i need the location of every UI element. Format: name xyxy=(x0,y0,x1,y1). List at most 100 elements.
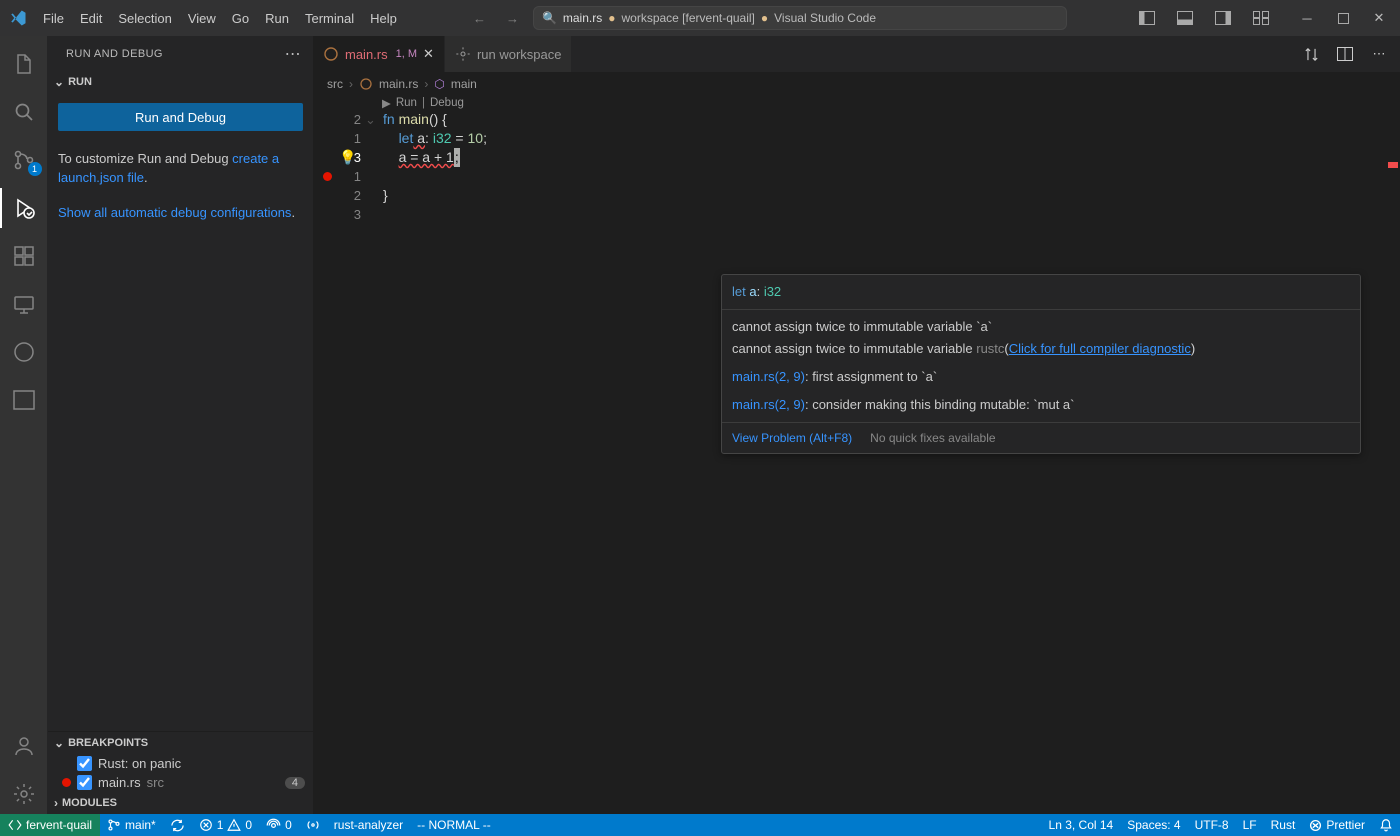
editor-tabs: main.rs 1, M ✕ run workspace ⋯ xyxy=(313,36,1400,72)
tab-run-workspace[interactable]: run workspace xyxy=(445,36,573,72)
github-icon[interactable] xyxy=(0,332,48,372)
ports-indicator[interactable]: 0 xyxy=(259,814,299,836)
no-quick-fix-label: No quick fixes available xyxy=(870,427,995,449)
encoding[interactable]: UTF-8 xyxy=(1188,814,1236,836)
codelens-run[interactable]: Run xyxy=(396,97,417,109)
search-app: Visual Studio Code xyxy=(774,11,876,25)
hover-error-body: cannot assign twice to immutable variabl… xyxy=(722,309,1360,422)
section-run[interactable]: ⌄ RUN xyxy=(48,71,313,93)
search-icon: 🔍 xyxy=(542,11,557,25)
sidebar-help2: Show all automatic debug configurations. xyxy=(48,203,313,222)
run-debug-icon[interactable] xyxy=(0,188,48,228)
menu-selection[interactable]: Selection xyxy=(111,7,178,30)
tab-main-rs[interactable]: main.rs 1, M ✕ xyxy=(313,36,445,72)
rust-analyzer-status[interactable]: rust-analyzer xyxy=(327,814,410,836)
notifications-icon[interactable] xyxy=(1372,814,1400,836)
more-actions-icon[interactable]: ⋯ xyxy=(1366,41,1392,67)
view-problem-link[interactable]: View Problem (Alt+F8) xyxy=(732,427,852,449)
radio-icon[interactable] xyxy=(299,814,327,836)
section-modules[interactable]: › MODULES xyxy=(48,792,313,814)
compiler-diagnostic-link[interactable]: Click for full compiler diagnostic xyxy=(1009,341,1191,356)
breakpoint-dot-icon[interactable] xyxy=(323,172,332,181)
section-breakpoints[interactable]: ⌄ BREAKPOINTS xyxy=(48,732,313,754)
language-mode[interactable]: Rust xyxy=(1264,814,1303,836)
sidebar-help1: To customize Run and Debug create a laun… xyxy=(48,149,313,187)
breadcrumbs[interactable]: src › main.rs › ⬡ main xyxy=(313,72,1400,96)
nav-forward-icon[interactable]: → xyxy=(500,9,525,28)
more-actions-icon[interactable]: ⋯ xyxy=(285,44,301,64)
hover-diagnostic-popup: let a: i32 cannot assign twice to immuta… xyxy=(721,274,1361,454)
remote-explorer-icon[interactable] xyxy=(0,284,48,324)
menu-view[interactable]: View xyxy=(181,7,223,30)
accounts-icon[interactable] xyxy=(0,726,48,766)
menu-file[interactable]: File xyxy=(36,7,71,30)
command-center[interactable]: 🔍 main.rs ● workspace [fervent-quail] ● … xyxy=(533,6,1067,30)
status-bar: fervent-quail main* 1 0 0 rust-analyzer … xyxy=(0,814,1400,836)
toggle-primary-sidebar-icon[interactable] xyxy=(1130,4,1164,32)
maximize-icon[interactable] xyxy=(1326,4,1360,32)
activity-bar: 1 xyxy=(0,36,48,814)
extensions-icon[interactable] xyxy=(0,236,48,276)
scm-badge: 1 xyxy=(28,162,42,176)
play-icon: ▶ xyxy=(382,96,391,110)
panel-icon[interactable] xyxy=(0,380,48,420)
settings-icon[interactable] xyxy=(0,774,48,814)
menu-edit[interactable]: Edit xyxy=(73,7,109,30)
codelens-debug[interactable]: Debug xyxy=(430,97,464,109)
toggle-panel-icon[interactable] xyxy=(1168,4,1202,32)
menu-terminal[interactable]: Terminal xyxy=(298,7,361,30)
close-icon[interactable]: ✕ xyxy=(1362,4,1396,32)
editor-area: main.rs 1, M ✕ run workspace ⋯ src › mai… xyxy=(313,36,1400,814)
explorer-icon[interactable] xyxy=(0,44,48,84)
eol[interactable]: LF xyxy=(1236,814,1264,836)
editor-scrollbar[interactable] xyxy=(1386,110,1400,224)
sidebar-title: RUN AND DEBUG xyxy=(66,48,163,60)
rust-file-icon xyxy=(323,46,339,62)
lightbulb-icon[interactable]: 💡 xyxy=(339,148,356,167)
tab-close-icon[interactable]: ✕ xyxy=(423,46,434,62)
nav-back-icon[interactable]: ← xyxy=(467,9,492,28)
menu-go[interactable]: Go xyxy=(225,7,256,30)
remote-indicator[interactable]: fervent-quail xyxy=(0,814,100,836)
chevron-down-icon: ⌄ xyxy=(54,75,64,89)
run-and-debug-button[interactable]: Run and Debug xyxy=(58,103,303,131)
sync-icon[interactable] xyxy=(163,814,192,836)
rust-file-icon xyxy=(359,77,373,91)
search-icon[interactable] xyxy=(0,92,48,132)
source-control-icon[interactable]: 1 xyxy=(0,140,48,180)
git-branch[interactable]: main* xyxy=(100,814,163,836)
breakpoint-checkbox[interactable] xyxy=(77,756,92,771)
chevron-down-icon: ⌄ xyxy=(54,736,64,750)
menu-run[interactable]: Run xyxy=(258,7,296,30)
vscode-icon xyxy=(0,9,36,27)
breakpoint-dot-icon xyxy=(62,778,71,787)
bulb-icon: ● xyxy=(608,11,615,25)
split-editor-icon[interactable] xyxy=(1332,41,1358,67)
problems-indicator[interactable]: 1 0 xyxy=(192,814,259,836)
menu-bar: File Edit Selection View Go Run Terminal… xyxy=(36,7,404,30)
search-workspace: workspace [fervent-quail] xyxy=(621,11,754,25)
compare-changes-icon[interactable] xyxy=(1298,41,1324,67)
vim-mode: -- NORMAL -- xyxy=(410,814,498,836)
chevron-right-icon: › xyxy=(54,796,58,810)
hover-declaration: let a: i32 xyxy=(722,275,1360,309)
code-editor[interactable]: 2⌄fn main() { 1 let a: i32 = 10; 💡3 a = … xyxy=(313,110,1400,224)
cursor-position[interactable]: Ln 3, Col 14 xyxy=(1042,814,1121,836)
show-auto-configs-link[interactable]: Show all automatic debug configurations xyxy=(58,205,291,220)
minimize-icon[interactable]: ─ xyxy=(1290,4,1324,32)
toggle-secondary-sidebar-icon[interactable] xyxy=(1206,4,1240,32)
prettier-status[interactable]: Prettier xyxy=(1302,814,1372,836)
code-lens: ▶ Run | Debug xyxy=(313,96,1400,110)
titlebar-right: ─ ✕ xyxy=(1130,4,1400,32)
breakpoint-line-badge: 4 xyxy=(285,777,305,789)
customize-layout-icon[interactable] xyxy=(1244,4,1278,32)
search-file: main.rs xyxy=(563,11,602,25)
indentation[interactable]: Spaces: 4 xyxy=(1120,814,1187,836)
menu-help[interactable]: Help xyxy=(363,7,404,30)
titlebar-center: ← → 🔍 main.rs ● workspace [fervent-quail… xyxy=(404,6,1130,30)
title-bar: File Edit Selection View Go Run Terminal… xyxy=(0,0,1400,36)
breakpoint-item[interactable]: Rust: on panic xyxy=(48,754,313,773)
breakpoint-checkbox[interactable] xyxy=(77,775,92,790)
breakpoint-item[interactable]: main.rs src 4 xyxy=(48,773,313,792)
gear-icon xyxy=(455,46,471,62)
